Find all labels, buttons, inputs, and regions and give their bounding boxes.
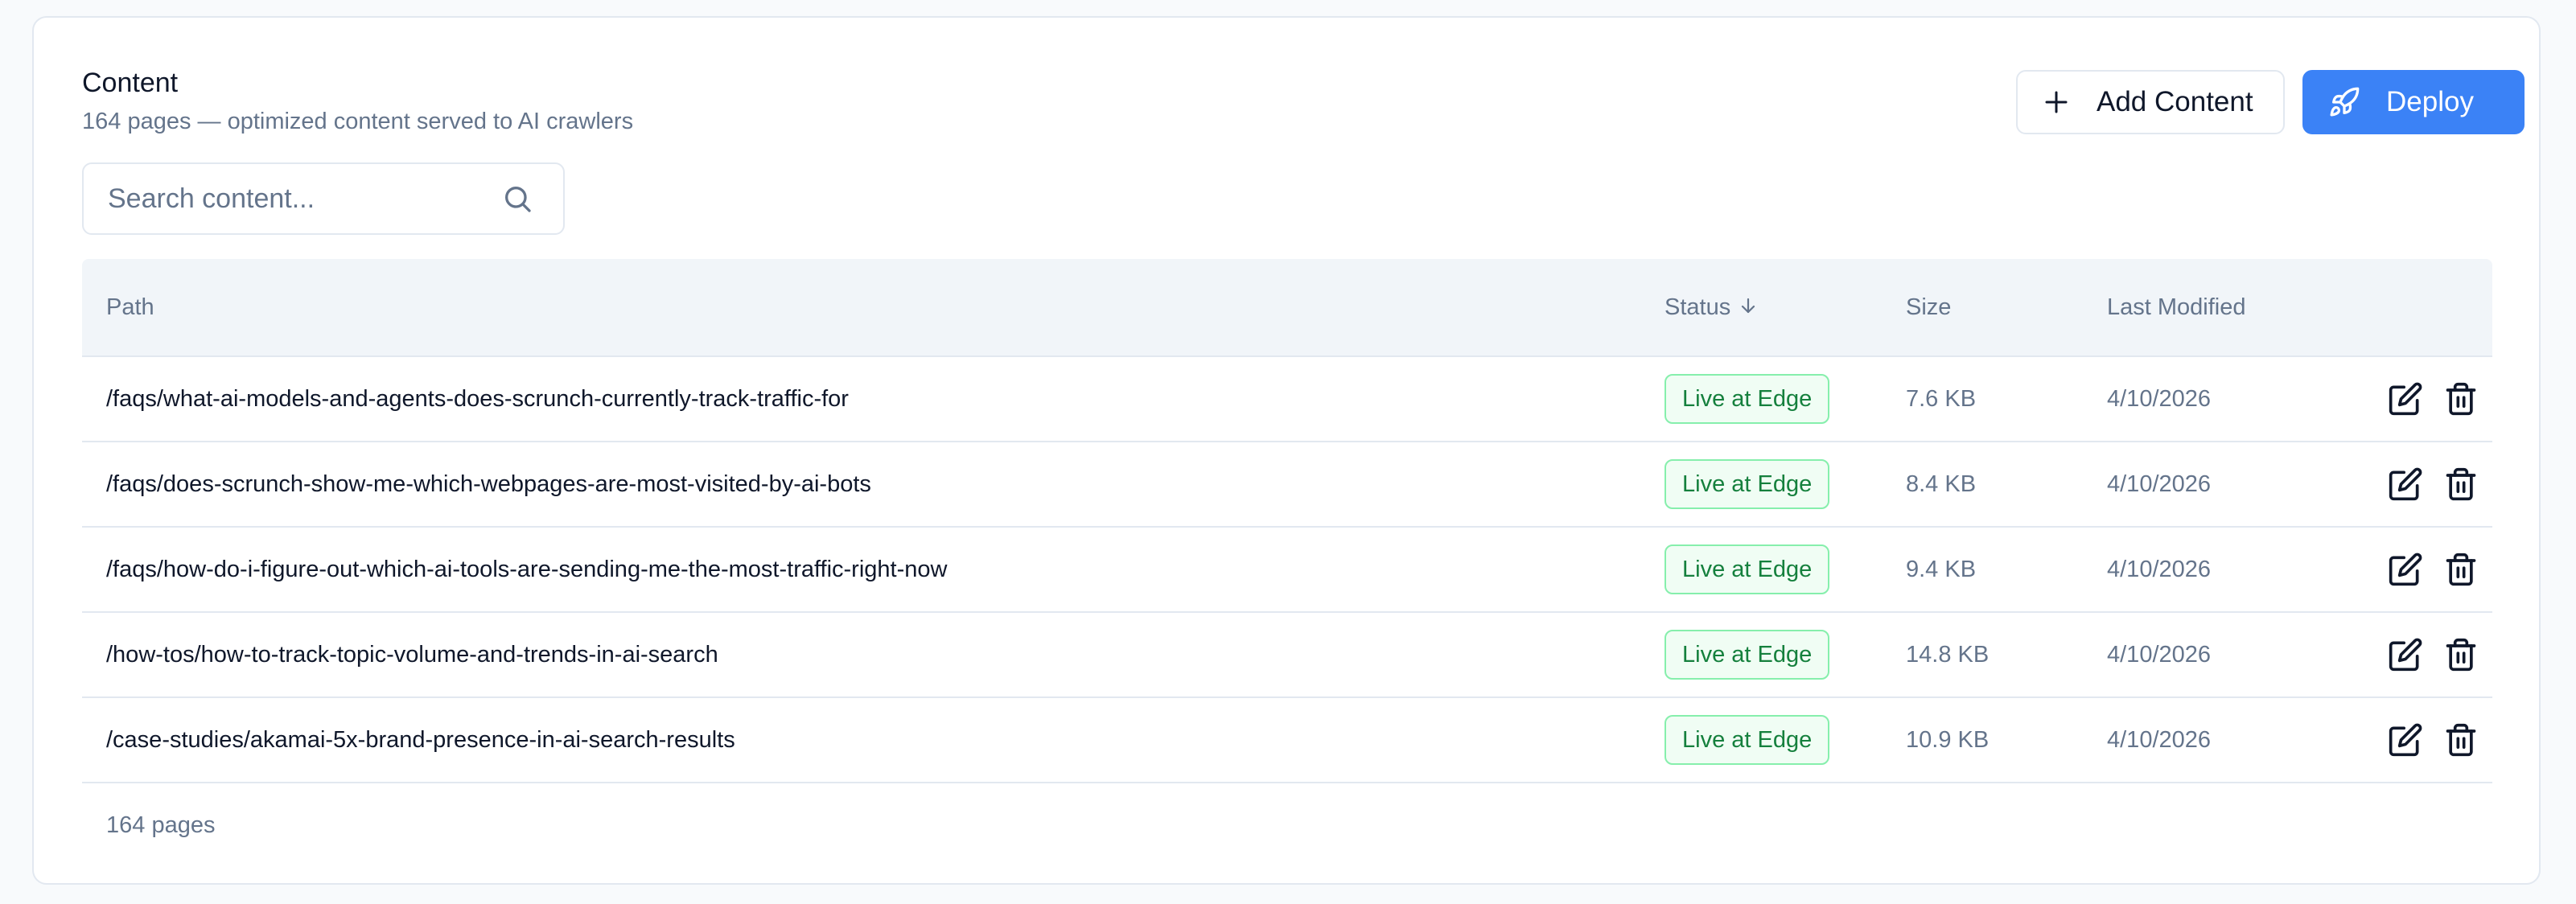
edit-icon[interactable] <box>2388 722 2423 758</box>
row-last-modified: 4/10/2026 <box>2107 471 2212 497</box>
plus-icon <box>2045 91 2068 113</box>
page-count-footer: 164 pages <box>106 812 216 838</box>
row-path[interactable]: /how-tos/how-to-track-topic-volume-and-t… <box>106 613 718 696</box>
status-badge: Live at Edge <box>1665 459 1830 509</box>
table-row[interactable]: /case-studies/akamai-5x-brand-presence-i… <box>82 698 2492 783</box>
edit-icon[interactable] <box>2388 381 2423 417</box>
status-badge: Live at Edge <box>1665 630 1830 680</box>
table-row[interactable]: /faqs/does-scrunch-show-me-which-webpage… <box>82 442 2492 528</box>
table-row[interactable]: /how-tos/how-to-track-topic-volume-and-t… <box>82 613 2492 698</box>
row-size: 7.6 KB <box>1906 386 1977 412</box>
trash-icon[interactable] <box>2443 722 2479 758</box>
row-path[interactable]: /faqs/does-scrunch-show-me-which-webpage… <box>106 442 871 526</box>
row-last-modified: 4/10/2026 <box>2107 642 2212 668</box>
row-last-modified: 4/10/2026 <box>2107 386 2212 412</box>
edit-icon[interactable] <box>2388 637 2423 672</box>
column-header-size[interactable]: Size <box>1906 259 1951 355</box>
trash-icon[interactable] <box>2443 466 2479 502</box>
column-header-path[interactable]: Path <box>106 259 154 355</box>
deploy-button[interactable]: Deploy <box>2302 70 2525 134</box>
row-last-modified: 4/10/2026 <box>2107 727 2212 753</box>
search-box <box>82 162 565 235</box>
page-subtitle: 164 pages — optimized content served to … <box>82 109 634 134</box>
row-size: 9.4 KB <box>1906 557 1977 582</box>
trash-icon[interactable] <box>2443 381 2479 417</box>
status-badge: Live at Edge <box>1665 715 1830 765</box>
edit-icon[interactable] <box>2388 552 2423 587</box>
deploy-label: Deploy <box>2386 86 2474 117</box>
column-header-status[interactable]: Status <box>1665 259 1758 355</box>
content-table: Path Status Size Last Modified /faqs/wha… <box>82 259 2492 783</box>
trash-icon[interactable] <box>2443 637 2479 672</box>
add-content-button[interactable]: Add Content <box>2016 70 2285 134</box>
add-content-label: Add Content <box>2097 86 2253 117</box>
status-badge: Live at Edge <box>1665 544 1830 594</box>
page-title: Content <box>82 68 179 98</box>
column-header-last-modified[interactable]: Last Modified <box>2107 259 2246 355</box>
row-path[interactable]: /faqs/what-ai-models-and-agents-does-scr… <box>106 357 849 441</box>
table-row[interactable]: /faqs/what-ai-models-and-agents-does-scr… <box>82 357 2492 442</box>
status-badge: Live at Edge <box>1665 374 1830 424</box>
search-input[interactable] <box>108 164 494 233</box>
arrow-down-icon <box>1742 298 1755 314</box>
rocket-icon <box>2330 87 2360 117</box>
row-size: 8.4 KB <box>1906 471 1977 497</box>
row-size: 10.9 KB <box>1906 727 1990 753</box>
edit-icon[interactable] <box>2388 466 2423 502</box>
content-card: Content 164 pages — optimized content se… <box>32 16 2541 885</box>
row-path[interactable]: /case-studies/akamai-5x-brand-presence-i… <box>106 698 735 782</box>
search-icon[interactable] <box>501 183 533 215</box>
row-size: 14.8 KB <box>1906 642 1990 668</box>
table-header: Path Status Size Last Modified <box>82 259 2492 357</box>
trash-icon[interactable] <box>2443 552 2479 587</box>
row-path[interactable]: /faqs/how-do-i-figure-out-which-ai-tools… <box>106 528 947 611</box>
table-row[interactable]: /faqs/how-do-i-figure-out-which-ai-tools… <box>82 528 2492 613</box>
row-last-modified: 4/10/2026 <box>2107 557 2212 582</box>
